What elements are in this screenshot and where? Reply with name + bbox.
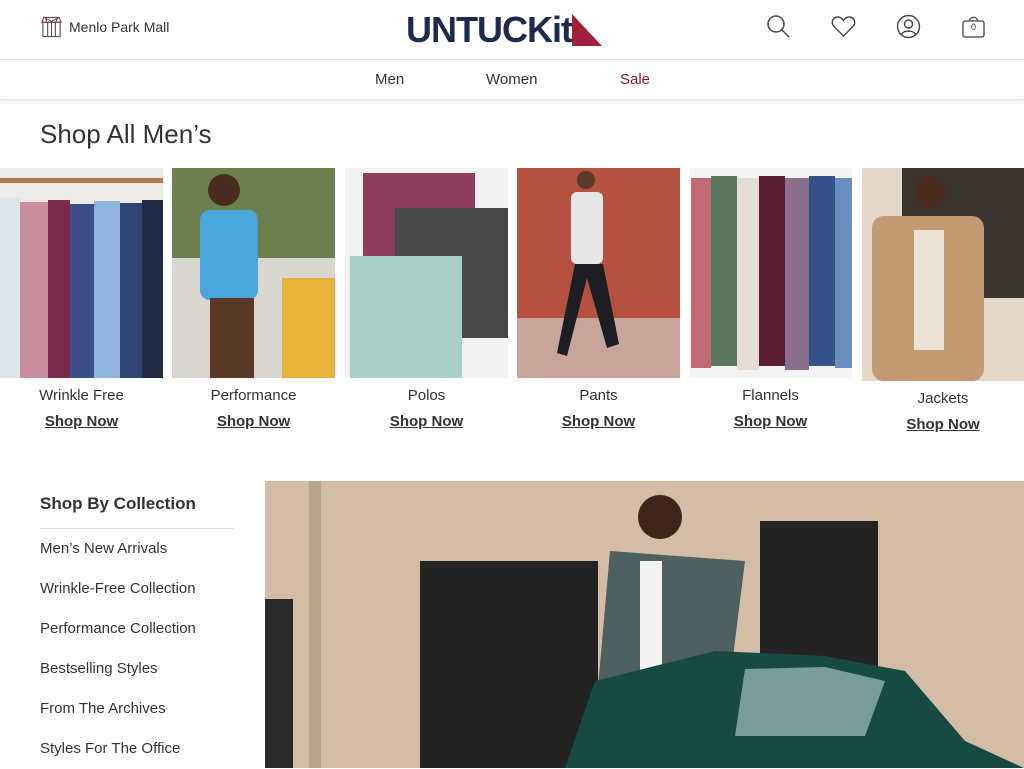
logo-text: UNTUCKit — [406, 9, 573, 50]
shop-now-link[interactable]: Shop Now — [734, 413, 807, 430]
main-nav: Men Women Sale — [0, 60, 1024, 100]
collection-list: Men’s New Arrivals Wrinkle-Free Collecti… — [40, 529, 234, 769]
category-image-performance[interactable] — [172, 168, 335, 378]
shop-now-link[interactable]: Shop Now — [217, 413, 290, 430]
cart-count: 0 — [970, 22, 976, 32]
category-image-flannels[interactable] — [689, 168, 852, 378]
category-card-flannels[interactable]: Flannels Shop Now — [689, 168, 852, 431]
collection-link-archives[interactable]: From The Archives — [40, 689, 234, 729]
cart-button[interactable]: 0 — [961, 14, 986, 39]
store-name[interactable]: Menlo Park Mall — [69, 19, 169, 35]
shop-now-link[interactable]: Shop Now — [45, 413, 118, 430]
collection-link-performance[interactable]: Performance Collection — [40, 609, 234, 649]
shop-now-link[interactable]: Shop Now — [390, 413, 463, 430]
nav-item-women[interactable]: Women — [486, 71, 537, 88]
shop-now-link[interactable]: Shop Now — [906, 416, 979, 433]
category-label: Wrinkle Free — [39, 387, 124, 404]
category-label: Pants — [579, 387, 618, 404]
category-image-pants[interactable] — [517, 168, 680, 378]
collection-link-bestselling[interactable]: Bestselling Styles — [40, 649, 234, 689]
category-label: Flannels — [742, 387, 799, 404]
category-label: Jackets — [917, 390, 969, 407]
category-image-jackets[interactable] — [862, 168, 1024, 381]
category-label: Performance — [210, 387, 297, 404]
collection-sidebar: Shop By Collection Men’s New Arrivals Wr… — [40, 494, 234, 769]
category-card-jackets[interactable]: Jackets Shop Now — [862, 168, 1024, 434]
page-title: Shop All Men’s — [40, 119, 212, 149]
store-locator[interactable]: Menlo Park Mall — [40, 15, 169, 39]
account-icon — [896, 14, 921, 39]
category-grid: Wrinkle Free Shop Now Performance Shop N… — [0, 168, 1024, 438]
category-card-performance[interactable]: Performance Shop Now — [172, 168, 335, 431]
hero-banner-image[interactable] — [265, 481, 1024, 768]
nav-item-men[interactable]: Men — [375, 71, 404, 88]
account-button[interactable] — [896, 14, 921, 39]
nav-item-sale[interactable]: Sale — [620, 71, 650, 88]
search-icon — [767, 15, 790, 38]
category-image-polos[interactable] — [345, 168, 508, 378]
wishlist-button[interactable] — [831, 14, 856, 39]
collection-link-wrinkle-free[interactable]: Wrinkle-Free Collection — [40, 569, 234, 609]
category-image-wrinkle-free[interactable] — [0, 168, 163, 378]
logo-triangle-icon — [571, 14, 602, 46]
collection-heading: Shop By Collection — [40, 494, 234, 529]
brand-logo[interactable]: UNTUCKit — [406, 12, 602, 48]
heart-icon — [831, 16, 856, 37]
category-label: Polos — [407, 387, 446, 404]
category-card-polos[interactable]: Polos Shop Now — [345, 168, 508, 431]
collection-link-office[interactable]: Styles For The Office — [40, 729, 234, 769]
search-button[interactable] — [766, 14, 791, 39]
shop-now-link[interactable]: Shop Now — [562, 413, 635, 430]
header-actions: 0 — [766, 14, 986, 39]
site-header: Menlo Park Mall UNTUCKit 0 — [0, 0, 1024, 60]
store-icon — [41, 16, 62, 38]
category-card-pants[interactable]: Pants Shop Now — [517, 168, 680, 431]
category-card-wrinkle-free[interactable]: Wrinkle Free Shop Now — [0, 168, 163, 431]
collection-link-new-arrivals[interactable]: Men’s New Arrivals — [40, 529, 234, 569]
